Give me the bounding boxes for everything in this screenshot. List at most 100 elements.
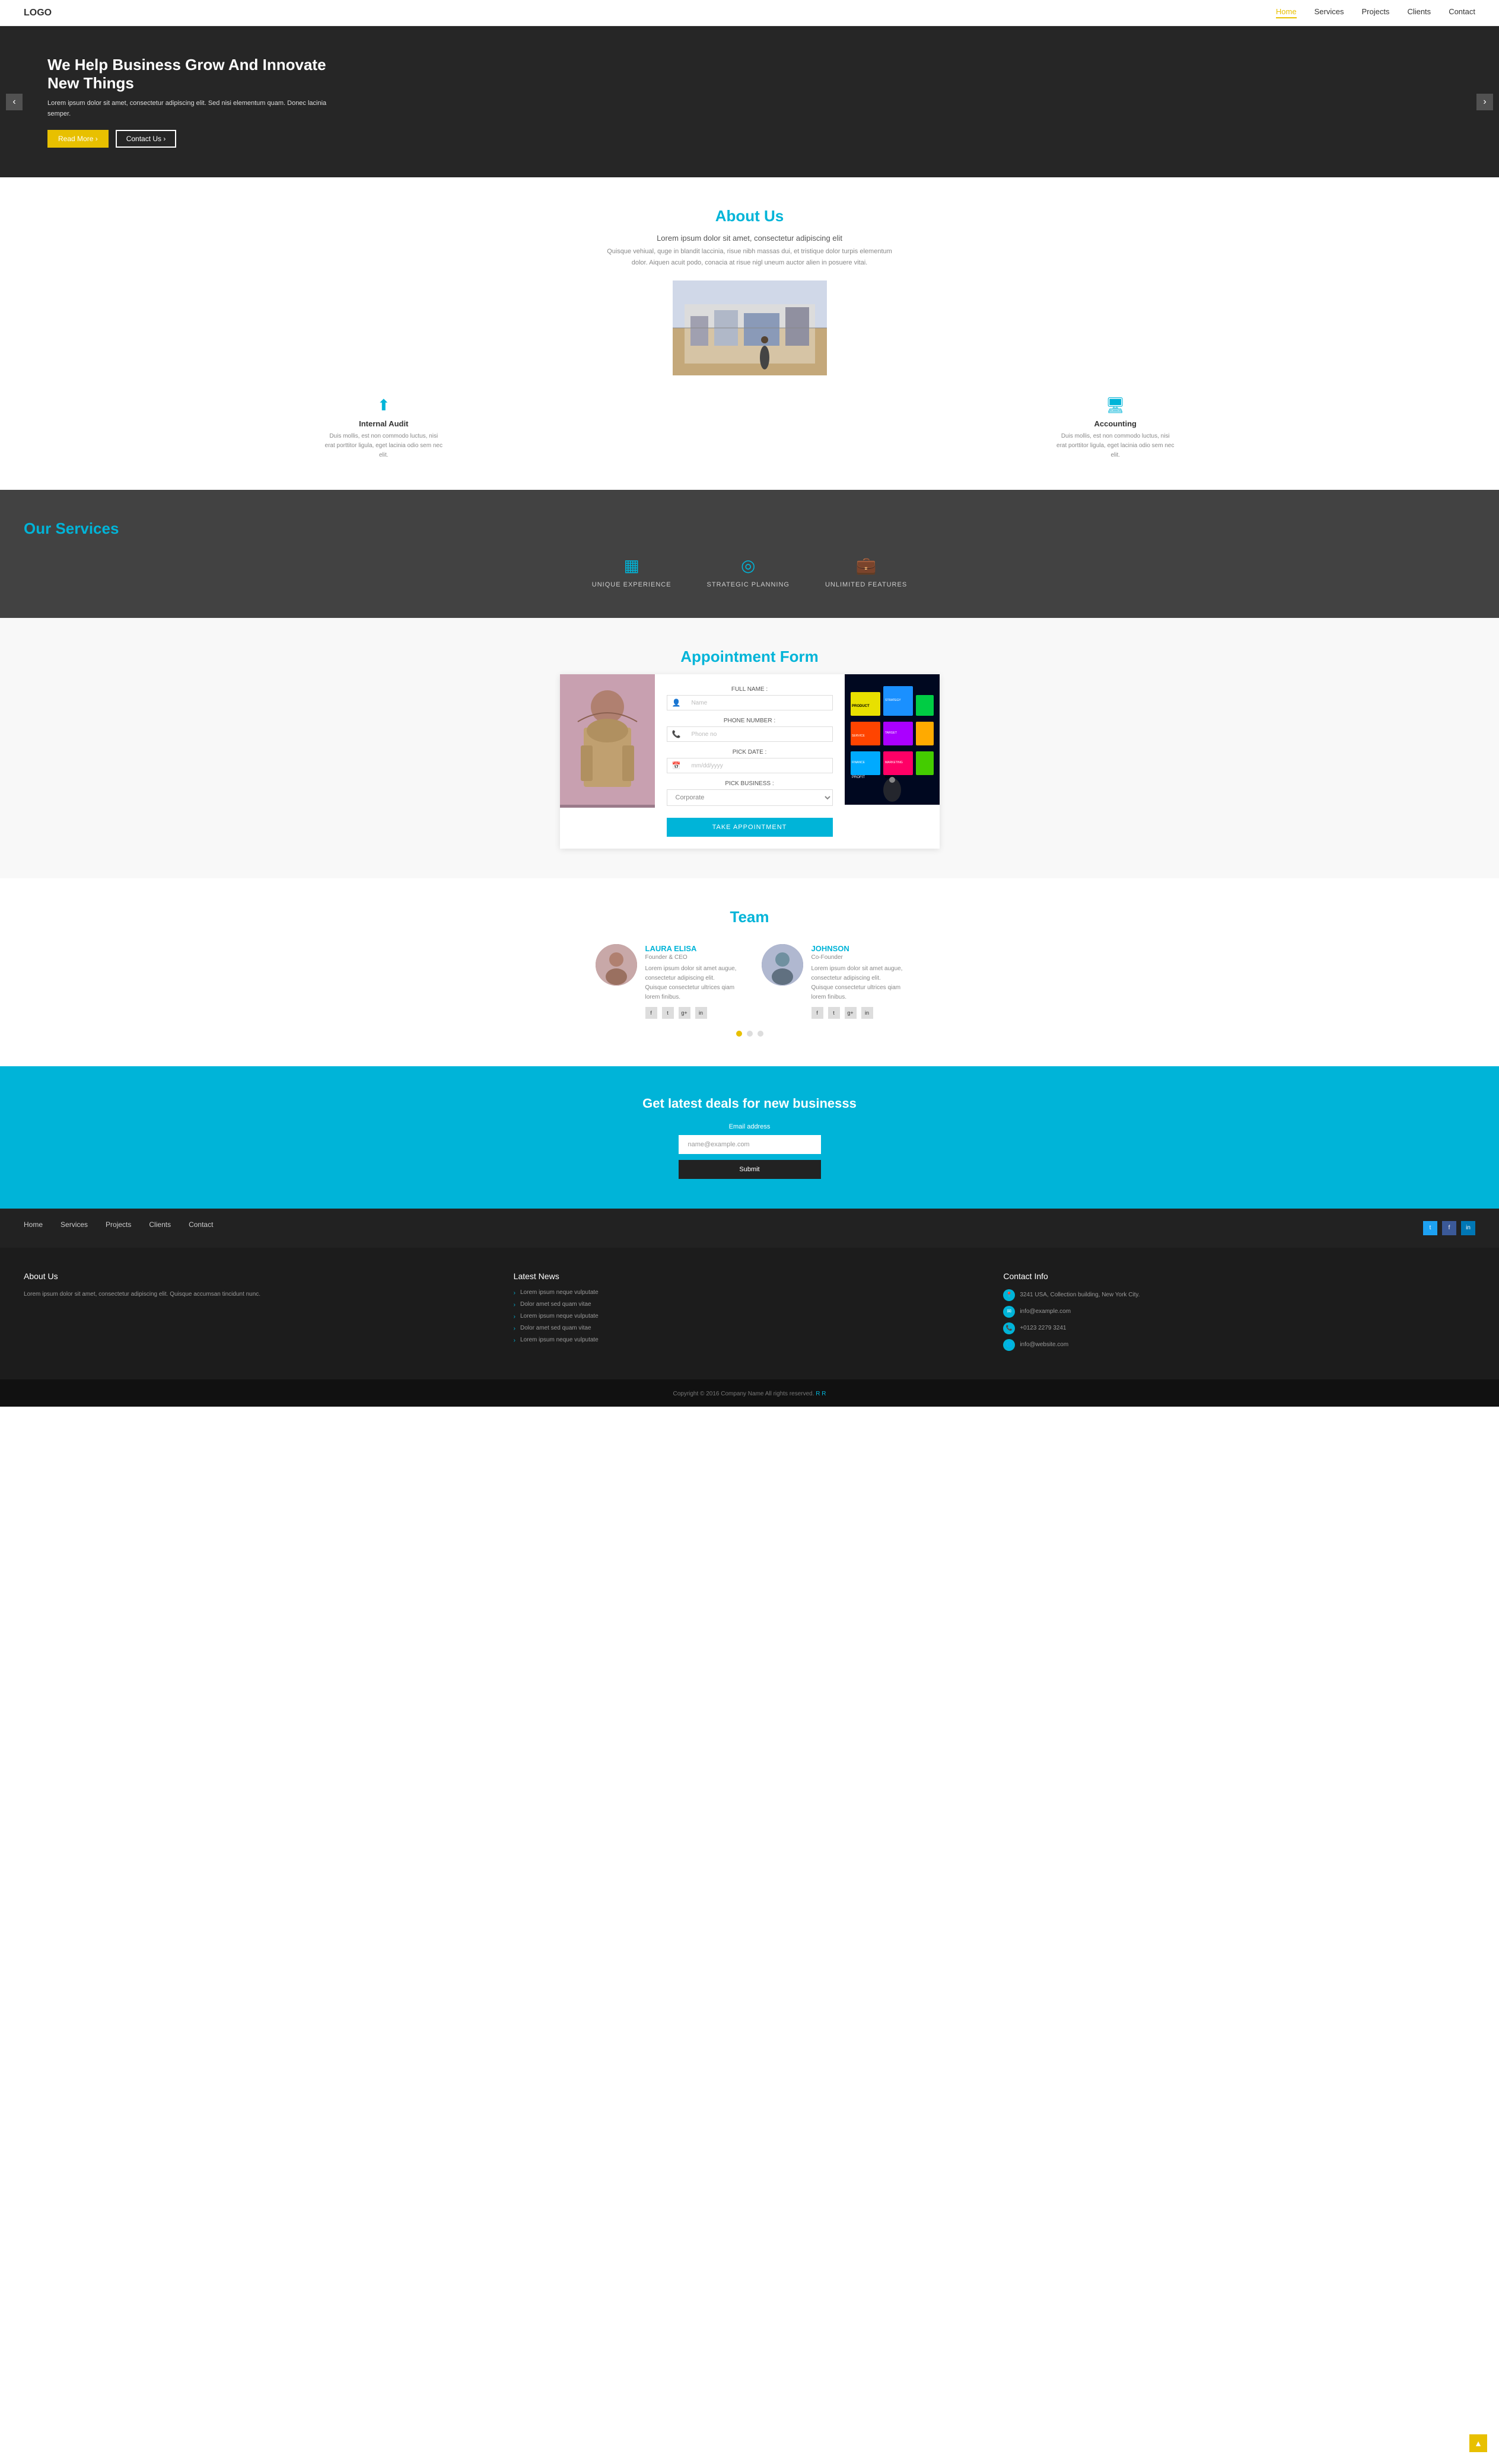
news-arrow-icon-4: › xyxy=(514,1325,515,1332)
audit-icon: ⬆ xyxy=(324,396,443,415)
footer-bottom: Copyright © 2016 Company Name All rights… xyxy=(0,1379,1499,1407)
hero-content: We Help Business Grow And Innovate New T… xyxy=(47,56,344,148)
accounting-title: Accounting xyxy=(1056,419,1175,428)
laura-linkedin[interactable]: in xyxy=(695,1007,707,1019)
strategic-planning-icon: ◎ xyxy=(707,556,790,575)
laura-role: Founder & CEO xyxy=(645,954,738,961)
footer-nav-projects[interactable]: Projects xyxy=(106,1220,131,1229)
team-member-laura: LAURA ELISA Founder & CEO Lorem ipsum do… xyxy=(596,944,738,1019)
full-name-label: FULL NAME : xyxy=(667,686,833,693)
accounting-icon: 🖥 xyxy=(1056,396,1175,415)
newsletter-submit-button[interactable]: Submit xyxy=(679,1160,821,1179)
about-card-audit: ⬆ Internal Audit Duis mollis, est non co… xyxy=(324,396,443,460)
about-title: About Us xyxy=(24,207,1475,225)
full-name-input[interactable] xyxy=(685,696,832,710)
svg-text:TARGET: TARGET xyxy=(885,731,897,735)
team-section: Team LAURA ELISA Founder & CEO Lorem ips… xyxy=(0,878,1499,1066)
about-office-illustration xyxy=(673,280,827,375)
footer-facebook-icon[interactable]: f xyxy=(1442,1221,1456,1235)
footer-phone-item: 📞 +0123 2279 3241 xyxy=(1003,1322,1475,1334)
footer-main: About Us Lorem ipsum dolor sit amet, con… xyxy=(0,1248,1499,1379)
footer-nav-clients[interactable]: Clients xyxy=(149,1220,171,1229)
newsletter-title: Get latest deals for new businesss xyxy=(24,1096,1475,1111)
footer-address-item: 📍 3241 USA, Collection building, New Yor… xyxy=(1003,1289,1475,1301)
nav-contact[interactable]: Contact xyxy=(1449,7,1475,18)
johnson-bio: Lorem ipsum dolor sit amet augue, consec… xyxy=(811,964,904,1002)
footer-news-item-5: › Lorem ipsum neque vulputate xyxy=(514,1337,986,1344)
footer-linkedin-icon[interactable]: in xyxy=(1461,1221,1475,1235)
nav-services[interactable]: Services xyxy=(1315,7,1344,18)
newsletter-email-input[interactable] xyxy=(679,1135,821,1154)
about-subtitle: Lorem ipsum dolor sit amet, consectetur … xyxy=(24,234,1475,243)
service-strategic-planning: ◎ STRATEGIC PLANNING xyxy=(707,556,790,588)
footer-news-item-3: › Lorem ipsum neque vulputate xyxy=(514,1313,986,1320)
phone-input[interactable] xyxy=(685,727,832,741)
phone-contact-icon: 📞 xyxy=(1003,1322,1015,1334)
nav-clients[interactable]: Clients xyxy=(1407,7,1431,18)
team-dot-1[interactable] xyxy=(736,1031,742,1037)
audit-text: Duis mollis, est non commodo luctus, nis… xyxy=(324,432,443,460)
unique-experience-label: UNIQUE EXPERIENCE xyxy=(592,581,671,588)
hero-next-button[interactable]: › xyxy=(1476,94,1493,110)
svg-text:PRODUCT: PRODUCT xyxy=(852,705,870,708)
take-appointment-button[interactable]: TAKE APPOINTMENT xyxy=(667,818,833,837)
svg-text:MARKETING: MARKETING xyxy=(885,761,903,764)
appointment-title: Appointment Form xyxy=(24,648,1475,666)
services-title: Our Services xyxy=(24,519,1475,538)
footer-link[interactable]: R R xyxy=(816,1391,826,1397)
news-arrow-icon-1: › xyxy=(514,1290,515,1296)
footer-twitter-icon[interactable]: t xyxy=(1423,1221,1437,1235)
business-group: PICK BUSINESS : Corporate Startup Freela… xyxy=(667,780,833,806)
news-text-4: Dolor amet sed quam vitae xyxy=(520,1325,591,1331)
team-cards: LAURA ELISA Founder & CEO Lorem ipsum do… xyxy=(24,944,1475,1019)
nav-projects[interactable]: Projects xyxy=(1361,7,1389,18)
footer-news-item-1: › Lorem ipsum neque vulputate xyxy=(514,1289,986,1296)
scroll-top-button[interactable]: ▲ xyxy=(1469,2434,1487,2452)
nav-home[interactable]: Home xyxy=(1276,7,1297,18)
unlimited-features-label: UNLIMITED FEATURES xyxy=(825,581,907,588)
hero-read-more-button[interactable]: Read More › xyxy=(47,130,109,148)
news-text-1: Lorem ipsum neque vulputate xyxy=(520,1289,599,1296)
hero-title: We Help Business Grow And Innovate New T… xyxy=(47,56,344,93)
laura-bio: Lorem ipsum dolor sit amet augue, consec… xyxy=(645,964,738,1002)
news-arrow-icon-2: › xyxy=(514,1302,515,1308)
footer-nav-links: Home Services Projects Clients Contact xyxy=(24,1220,213,1229)
accounting-text: Duis mollis, est non commodo luctus, nis… xyxy=(1056,432,1175,460)
service-unique-experience: ▦ UNIQUE EXPERIENCE xyxy=(592,556,671,588)
footer-nav-contact[interactable]: Contact xyxy=(189,1220,213,1229)
services-items: ▦ UNIQUE EXPERIENCE ◎ STRATEGIC PLANNING… xyxy=(24,556,1475,588)
johnson-google[interactable]: g+ xyxy=(845,1007,857,1019)
footer-about-col: About Us Lorem ipsum dolor sit amet, con… xyxy=(24,1271,496,1356)
johnson-facebook[interactable]: f xyxy=(811,1007,823,1019)
laura-twitter[interactable]: t xyxy=(662,1007,674,1019)
date-input[interactable] xyxy=(685,758,832,773)
footer-news-title: Latest News xyxy=(514,1271,986,1281)
team-dot-2[interactable] xyxy=(747,1031,753,1037)
footer-contact-col: Contact Info 📍 3241 USA, Collection buil… xyxy=(1003,1271,1475,1356)
team-dot-3[interactable] xyxy=(758,1031,763,1037)
news-text-5: Lorem ipsum neque vulputate xyxy=(520,1337,599,1343)
hero-contact-button[interactable]: Contact Us › xyxy=(116,130,177,148)
svg-text:STRATEGY: STRATEGY xyxy=(885,699,901,702)
hero-prev-button[interactable]: ‹ xyxy=(6,94,23,110)
johnson-socials: f t g+ in xyxy=(811,1007,904,1019)
team-title: Team xyxy=(24,908,1475,926)
laura-google[interactable]: g+ xyxy=(679,1007,690,1019)
business-select[interactable]: Corporate Startup Freelance xyxy=(667,789,833,806)
footer-contact-title: Contact Info xyxy=(1003,1271,1475,1281)
about-desc: Quisque vehiual, quge in blandit laccini… xyxy=(601,246,898,268)
footer-email-item: ✉ info@example.com xyxy=(1003,1306,1475,1318)
laura-facebook[interactable]: f xyxy=(645,1007,657,1019)
calendar-icon: 📅 xyxy=(667,761,686,770)
footer-nav-services[interactable]: Services xyxy=(61,1220,88,1229)
person-illustration xyxy=(560,674,655,805)
footer-nav-home[interactable]: Home xyxy=(24,1220,43,1229)
johnson-twitter[interactable]: t xyxy=(828,1007,840,1019)
newsletter-email-label: Email address xyxy=(24,1123,1475,1130)
news-text-3: Lorem ipsum neque vulputate xyxy=(520,1313,599,1319)
johnson-linkedin[interactable]: in xyxy=(861,1007,873,1019)
business-label: PICK BUSINESS : xyxy=(667,780,833,787)
appointment-form: FULL NAME : 👤 PHONE NUMBER : 📞 PICK DATE… xyxy=(655,674,845,849)
johnson-role: Co-Founder xyxy=(811,954,904,961)
about-card-accounting: 🖥 Accounting Duis mollis, est non commod… xyxy=(1056,396,1175,460)
